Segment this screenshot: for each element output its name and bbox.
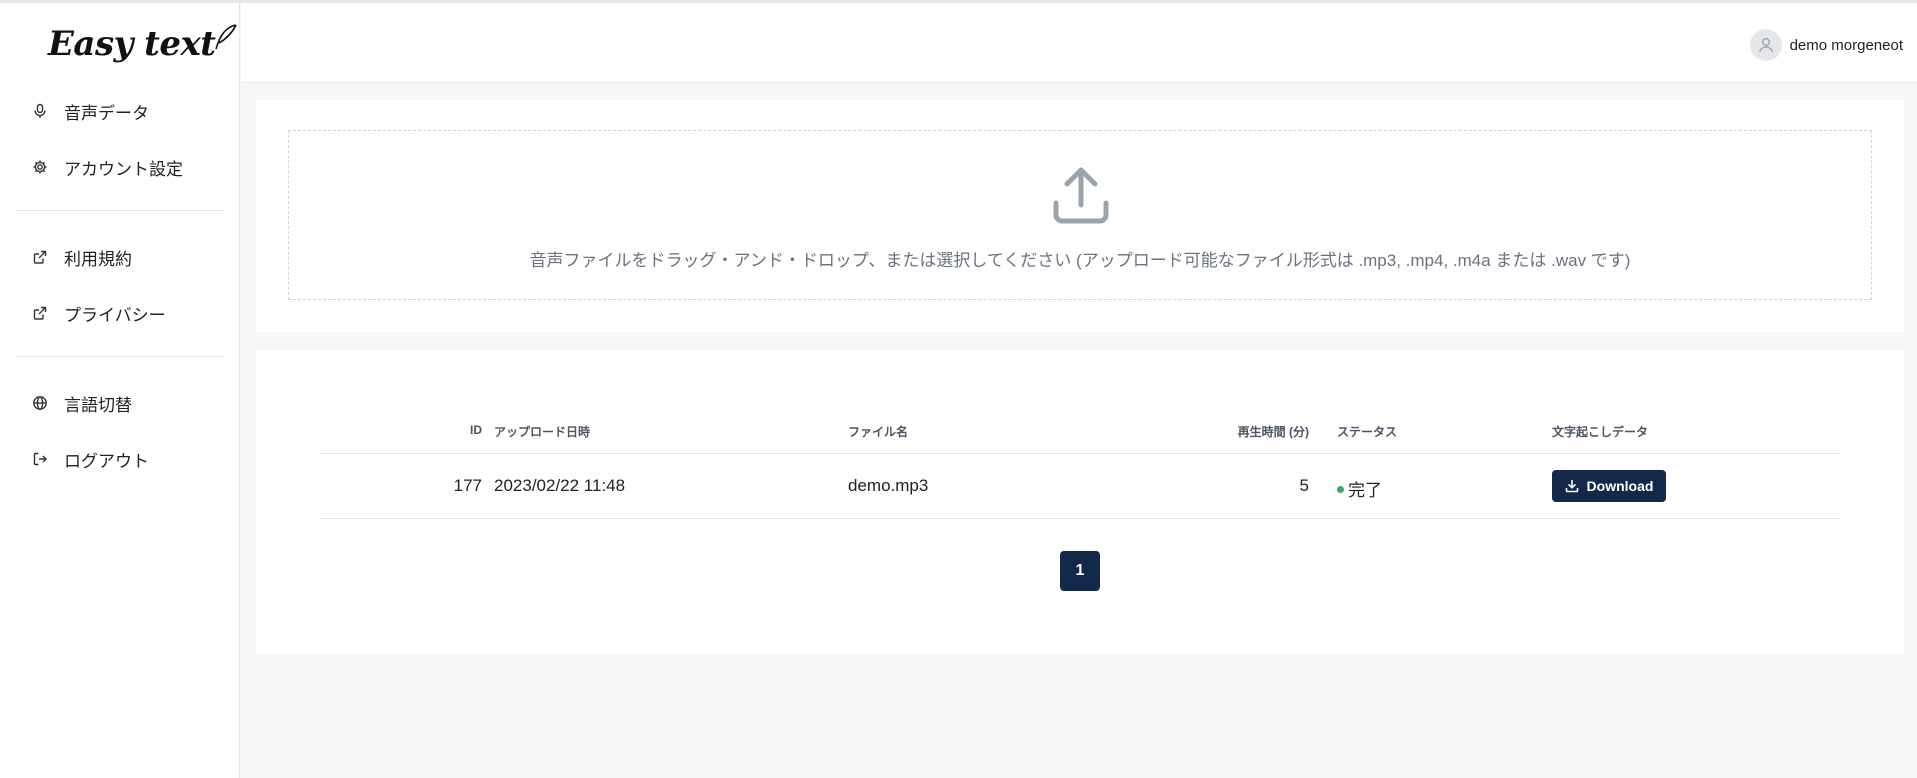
sidebar-item-logout[interactable]: ログアウト: [30, 441, 220, 477]
pagination-page-button[interactable]: 1: [1060, 551, 1100, 591]
table-header-divider: [320, 453, 1840, 454]
sidebar-item-terms[interactable]: 利用規約: [30, 239, 220, 275]
sidebar-item-privacy[interactable]: プライバシー: [30, 295, 220, 331]
column-header-id: ID: [470, 423, 482, 437]
download-icon: [1565, 479, 1578, 493]
sidebar-divider: [16, 210, 224, 211]
sidebar-item-label: 言語切替: [64, 395, 132, 415]
logo-text: Easy text: [48, 24, 216, 64]
upload-icon: [1053, 167, 1109, 224]
upload-instruction: 音声ファイルをドラッグ・アンド・ドロップ、または選択してください (アップロード…: [529, 251, 1631, 270]
external-link-icon: [30, 247, 50, 267]
microphone-icon: [30, 101, 50, 121]
app-logo[interactable]: Easy text: [48, 17, 238, 71]
sidebar-item-label: アカウント設定: [64, 159, 183, 179]
avatar: [1749, 29, 1782, 61]
top-header: demo morgeneot: [241, 3, 1917, 83]
user-menu[interactable]: demo morgeneot: [1749, 27, 1903, 63]
column-header-uploaded-at: アップロード日時: [494, 425, 591, 439]
column-header-status: ステータス: [1337, 425, 1398, 439]
cell-file-name: demo.mp3: [848, 476, 929, 495]
status-text: 完了: [1348, 481, 1382, 500]
column-header-duration: 再生時間 (分): [1237, 425, 1309, 439]
cell-id: 177: [453, 476, 482, 495]
sidebar-item-label: 利用規約: [64, 249, 132, 269]
sidebar-item-account-settings[interactable]: アカウント設定: [30, 149, 220, 185]
table-row-divider: [320, 518, 1840, 519]
file-dropzone[interactable]: 音声ファイルをドラッグ・アンド・ドロップ、または選択してください (アップロード…: [288, 130, 1872, 300]
sidebar-item-label: ログアウト: [64, 451, 149, 471]
cell-duration: 5: [1299, 476, 1309, 495]
sidebar: Easy text 音声データ アカウント設定 利用規約 プライバシー 言語切替…: [0, 3, 240, 778]
user-name: demo morgeneot: [1789, 36, 1903, 54]
files-table-card: ID アップロード日時 ファイル名 再生時間 (分) ステータス 文字起こしデー…: [256, 350, 1904, 655]
column-header-transcript: 文字起こしデータ: [1552, 425, 1649, 439]
user-icon: [1758, 37, 1773, 53]
external-link-icon: [30, 303, 50, 323]
status-dot-icon: [1337, 486, 1344, 493]
sidebar-item-label: 音声データ: [64, 103, 149, 123]
download-button[interactable]: Download: [1552, 470, 1666, 502]
globe-icon: [30, 393, 50, 413]
upload-card: 音声ファイルをドラッグ・アンド・ドロップ、または選択してください (アップロード…: [256, 100, 1904, 332]
status-badge: 完了: [1337, 476, 1382, 501]
gear-icon: [30, 157, 50, 177]
sidebar-item-language[interactable]: 言語切替: [30, 385, 220, 421]
sidebar-item-label: プライバシー: [64, 305, 166, 325]
cell-uploaded-at: 2023/02/22 11:48: [494, 476, 626, 495]
sidebar-divider: [16, 356, 224, 357]
logout-icon: [30, 449, 50, 469]
sidebar-item-audio-data[interactable]: 音声データ: [30, 93, 220, 129]
column-header-file-name: ファイル名: [848, 425, 909, 439]
download-button-label: Download: [1586, 478, 1654, 494]
quill-icon: [214, 24, 237, 50]
